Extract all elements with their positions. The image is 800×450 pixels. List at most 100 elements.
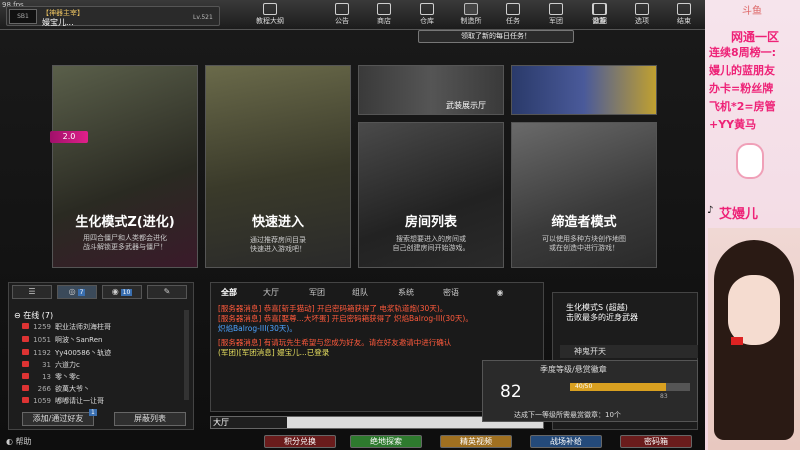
user-level: Lv.521 — [193, 14, 213, 21]
card-title: 武装展示厅 — [446, 101, 486, 110]
friend-row[interactable]: 13 零丶零c — [22, 372, 182, 382]
chat-message: 炽焰Balrog-III(30天)。 — [218, 324, 297, 333]
sidebar-line: 连续8周榜一: — [709, 46, 777, 59]
nav-tutorial[interactable]: 教程大纲 — [253, 3, 287, 29]
nav-label: 选项 — [635, 17, 649, 25]
nav-storage[interactable]: 仓库 — [410, 3, 444, 29]
friend-name: 六道力c — [55, 361, 80, 369]
mode-card-quick-join[interactable]: 快速进入 通过推荐房间目录 快速进入游戏吧！ — [205, 65, 351, 268]
sidebar-line: 嫚儿的蓝朋友 — [709, 64, 775, 77]
friend-row[interactable]: 31 六道力c — [22, 360, 182, 370]
mode-card-creator[interactable]: 缔造者模式 可以使用多种方块创作地图 或在创造中进行游戏！ — [511, 122, 657, 268]
book-icon — [263, 3, 277, 15]
chat-eye-icon[interactable]: ◉ — [490, 286, 510, 299]
help-button[interactable]: ◐ 帮助 — [6, 436, 32, 447]
friend-row[interactable]: 266 欲萬大爷丶 — [22, 384, 182, 394]
nav-label: 结束 — [677, 17, 691, 25]
nav-clan[interactable]: 军团 — [539, 3, 573, 29]
nav-mission[interactable]: 任务 — [496, 3, 530, 29]
friend-name: 职业法师刘海柱哥 — [55, 323, 111, 331]
points-exchange-button[interactable]: 积分兑换 — [264, 435, 336, 448]
friend-request-count: 1 — [89, 409, 97, 416]
profile-panel[interactable]: SB1 【神器主宰】 嫚宝儿... Lv.521 — [6, 6, 220, 27]
briefcase-icon — [420, 3, 434, 15]
weapon-name[interactable]: 神鬼开天 — [560, 345, 698, 358]
nav-workshop[interactable]: 制造所 — [454, 3, 488, 29]
mode-card-zombie[interactable]: 生化模式Z(进化) 用四合僵尸和人类都会进化 战斗解锁更多武器与僵尸！ — [52, 65, 198, 268]
exploration-button[interactable]: 绝地探索 — [350, 435, 422, 448]
gear-icon — [635, 3, 649, 15]
friends-scrollbar[interactable] — [184, 310, 189, 400]
sidebar-line: +YY黄马 — [709, 118, 757, 131]
streamer-face — [728, 275, 780, 345]
chat-tab-lobby[interactable]: 大厅 — [258, 286, 284, 299]
chat-tab-all[interactable]: 全部 — [216, 286, 242, 299]
chat-tab-clan[interactable]: 军团 — [304, 286, 330, 299]
streamer-name: 艾嫚儿 — [719, 207, 759, 222]
tab-clan-members[interactable]: ◉ 10 — [102, 285, 142, 299]
friend-row[interactable]: 1051 啊波丶SanRen — [22, 335, 182, 345]
elite-video-button[interactable]: 精英视频 — [440, 435, 512, 448]
season-progress-text: 40/50 — [575, 383, 593, 390]
card-desc: 通过推荐房间目录 快速进入游戏吧！ — [250, 236, 306, 253]
chat-message: [服务器消息] 有请玩先生希望与您成为好友。请在好友邀请中进行确认 — [218, 338, 452, 347]
supply-button[interactable]: 战场补给 — [530, 435, 602, 448]
top-bar: 98 fps SB1 【神器主宰】 嫚宝儿... Lv.521 教程大纲 公告 … — [0, 0, 705, 30]
tab-online[interactable]: ◎ 7 — [57, 285, 97, 299]
nav-exit[interactable]: 结束 — [667, 3, 701, 29]
friend-row[interactable]: 1192 Yy400586丶轨迹 — [22, 348, 182, 358]
nav-shop[interactable]: 商店 — [367, 3, 401, 29]
chat-tab-system[interactable]: 系统 — [393, 286, 419, 299]
card-desc: 用四合僵尸和人类都会进化 战斗解锁更多武器与僵尸！ — [83, 234, 167, 251]
clan-icon — [549, 3, 563, 15]
nav-data[interactable]: 数据 — [583, 3, 617, 29]
nav-label: 仓库 — [420, 17, 434, 25]
tiktok-icon: ♪ — [707, 205, 714, 216]
friend-level: 1259 — [33, 323, 51, 331]
chat-tab-party[interactable]: 组队 — [347, 286, 373, 299]
tab-count: 10 — [120, 289, 133, 296]
event-card[interactable] — [511, 65, 657, 115]
nav-label: 教程大纲 — [256, 17, 284, 25]
username: 嫚宝儿... — [42, 18, 74, 27]
nav-label: 军团 — [549, 17, 563, 25]
chat-message: [服务器消息] 恭喜[斩手猫动] 开启密码箱获得了 电浆轨道炮(30天)。 — [218, 304, 448, 313]
password-box-button[interactable]: 密码箱 — [620, 435, 692, 448]
daily-mission-notice[interactable]: 领取了新的每日任务！ — [418, 30, 574, 43]
card-title: 缔造者模式 — [551, 215, 617, 230]
nav-label: 公告 — [335, 17, 349, 25]
online-header[interactable]: ⊖ 在线 (7) — [14, 310, 53, 321]
card-title: 生化模式Z(进化) — [75, 215, 175, 230]
weapon-title: 生化模式S (超越) 击败最多的近身武器 — [566, 303, 638, 322]
nav-label: 商店 — [377, 17, 391, 25]
status-icon — [22, 361, 29, 367]
chat-message: [服务器消息] 恭喜[娶尊...大坏蛋] 开启密码箱获得了 炽焰Balrog-I… — [218, 314, 473, 323]
mission-icon — [506, 3, 520, 15]
chart-icon — [593, 3, 607, 15]
friend-level: 266 — [37, 385, 51, 393]
friend-name: 嘟嘟请让一让哥 — [55, 397, 104, 405]
status-icon — [22, 385, 29, 391]
shop-icon — [377, 3, 391, 15]
nav-notice[interactable]: 公告 — [325, 3, 359, 29]
friend-name: Yy400586丶轨迹 — [55, 349, 112, 357]
friend-level: 1059 — [33, 397, 51, 405]
chat-tab-whisper[interactable]: 密语 — [438, 286, 464, 299]
next-level-number: 83 — [660, 393, 668, 400]
friend-row[interactable]: 1059 嘟嘟请让一让哥 — [22, 396, 182, 406]
chat-channel-select[interactable]: 大厅 — [211, 417, 287, 428]
power-icon — [677, 3, 691, 15]
mode-card-room-list[interactable]: 房间列表 搜索想要进入的房间或 自己创建房间开始游戏。 — [358, 122, 504, 268]
block-list-button[interactable]: 屏蔽列表 — [114, 412, 186, 426]
event-art — [512, 66, 656, 114]
add-friend-button[interactable]: 添加/通过好友 — [22, 412, 94, 426]
armory-card[interactable]: 武装展示厅 — [358, 65, 504, 115]
avatar[interactable]: SB1 — [9, 9, 37, 24]
tab-friends[interactable]: ☰ — [12, 285, 52, 299]
pencil-icon: ✎ — [163, 287, 171, 296]
friend-row[interactable]: 1259 职业法师刘海柱哥 — [22, 322, 182, 332]
version-badge: 2.0 — [50, 131, 88, 143]
nav-options[interactable]: 选项 — [625, 3, 659, 29]
tab-edit[interactable]: ✎ — [147, 285, 187, 299]
platform-watermark: 斗鱼 — [742, 6, 762, 17]
